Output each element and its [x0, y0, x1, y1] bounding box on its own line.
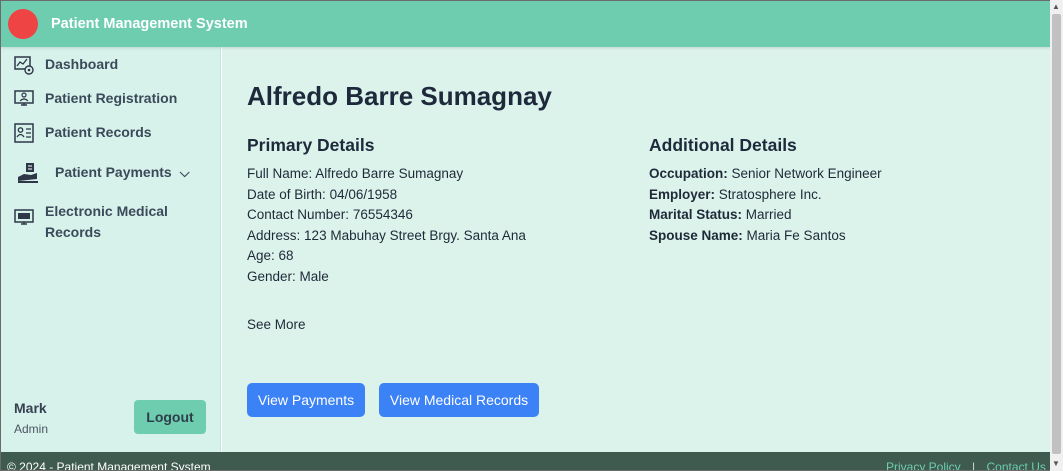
page-title: Alfredo Barre Sumagnay: [247, 81, 552, 111]
additional-details-heading: Additional Details: [649, 135, 797, 155]
detail-employer: Employer: Stratosphere Inc.: [649, 187, 822, 202]
main-content: Alfredo Barre Sumagnay Primary Details F…: [222, 47, 1050, 452]
sidebar-item-patient-registration[interactable]: Patient Registration: [13, 88, 177, 110]
footer-links: Privacy Policy | Contact Us: [886, 460, 1046, 471]
footer-separator: |: [972, 460, 976, 471]
detail-gender: Gender: Male: [247, 269, 329, 284]
logout-button[interactable]: Logout: [134, 400, 206, 434]
user-name: Mark: [14, 400, 47, 416]
records-icon: [13, 122, 35, 144]
top-navbar: Patient Management System: [1, 1, 1050, 47]
logo-icon[interactable]: [8, 9, 38, 39]
app-title: Patient Management System: [51, 16, 248, 32]
footer: © 2024 - Patient Management System Priva…: [1, 452, 1050, 471]
detail-address: Address: 123 Mabuhay Street Brgy. Santa …: [247, 228, 526, 243]
detail-full-name: Full Name: Alfredo Barre Sumagnay: [247, 166, 464, 181]
sidebar-item-dashboard[interactable]: Dashboard: [13, 54, 118, 76]
dashboard-icon: [13, 54, 35, 76]
user-role: Admin: [14, 422, 49, 436]
payments-icon: [17, 162, 39, 184]
scroll-up-icon[interactable]: ▲: [1052, 2, 1060, 11]
detail-date-of-birth: Date of Birth: 04/06/1958: [247, 187, 398, 202]
view-payments-button[interactable]: View Payments: [247, 383, 365, 417]
contact-us-link[interactable]: Contact Us: [987, 460, 1046, 470]
sidebar-item-patient-payments[interactable]: Patient Payments ⌵: [17, 162, 190, 184]
detail-age: Age: 68: [247, 248, 294, 263]
registration-icon: [13, 88, 35, 110]
footer-copyright: © 2024 - Patient Management System: [7, 460, 211, 471]
sidebar-item-label: Dashboard: [45, 56, 119, 72]
scrollbar-thumb[interactable]: [1052, 14, 1061, 454]
see-more-link[interactable]: See More: [247, 317, 306, 332]
privacy-policy-link[interactable]: Privacy Policy: [886, 460, 961, 470]
scroll-down-icon[interactable]: ▼: [1052, 459, 1060, 468]
chevron-down-icon[interactable]: ⌵: [180, 162, 190, 183]
sidebar-item-patient-records[interactable]: Patient Records: [13, 122, 152, 144]
vertical-scrollbar[interactable]: ▲ ▼: [1050, 0, 1063, 471]
sidebar-item-label: Patient Records: [45, 124, 152, 140]
sidebar-item-label: Patient Payments: [55, 164, 172, 180]
sidebar-item-electronic-medical-records[interactable]: Electronic Medical Records: [13, 201, 168, 243]
sidebar-item-label: Patient Registration: [45, 90, 178, 106]
app-window: Patient Management System Dashboard Pati…: [0, 0, 1050, 471]
emr-icon: [13, 207, 35, 229]
sidebar-item-label: Electronic Medical Records: [45, 203, 168, 240]
view-medical-records-button[interactable]: View Medical Records: [379, 383, 539, 417]
detail-marital-status: Marital Status: Married: [649, 207, 792, 222]
detail-contact-number: Contact Number: 76554346: [247, 207, 413, 222]
detail-occupation: Occupation: Senior Network Engineer: [649, 166, 882, 181]
primary-details-heading: Primary Details: [247, 135, 375, 155]
sidebar: Dashboard Patient Registration Patient R…: [1, 47, 221, 452]
detail-spouse-name: Spouse Name: Maria Fe Santos: [649, 228, 846, 243]
